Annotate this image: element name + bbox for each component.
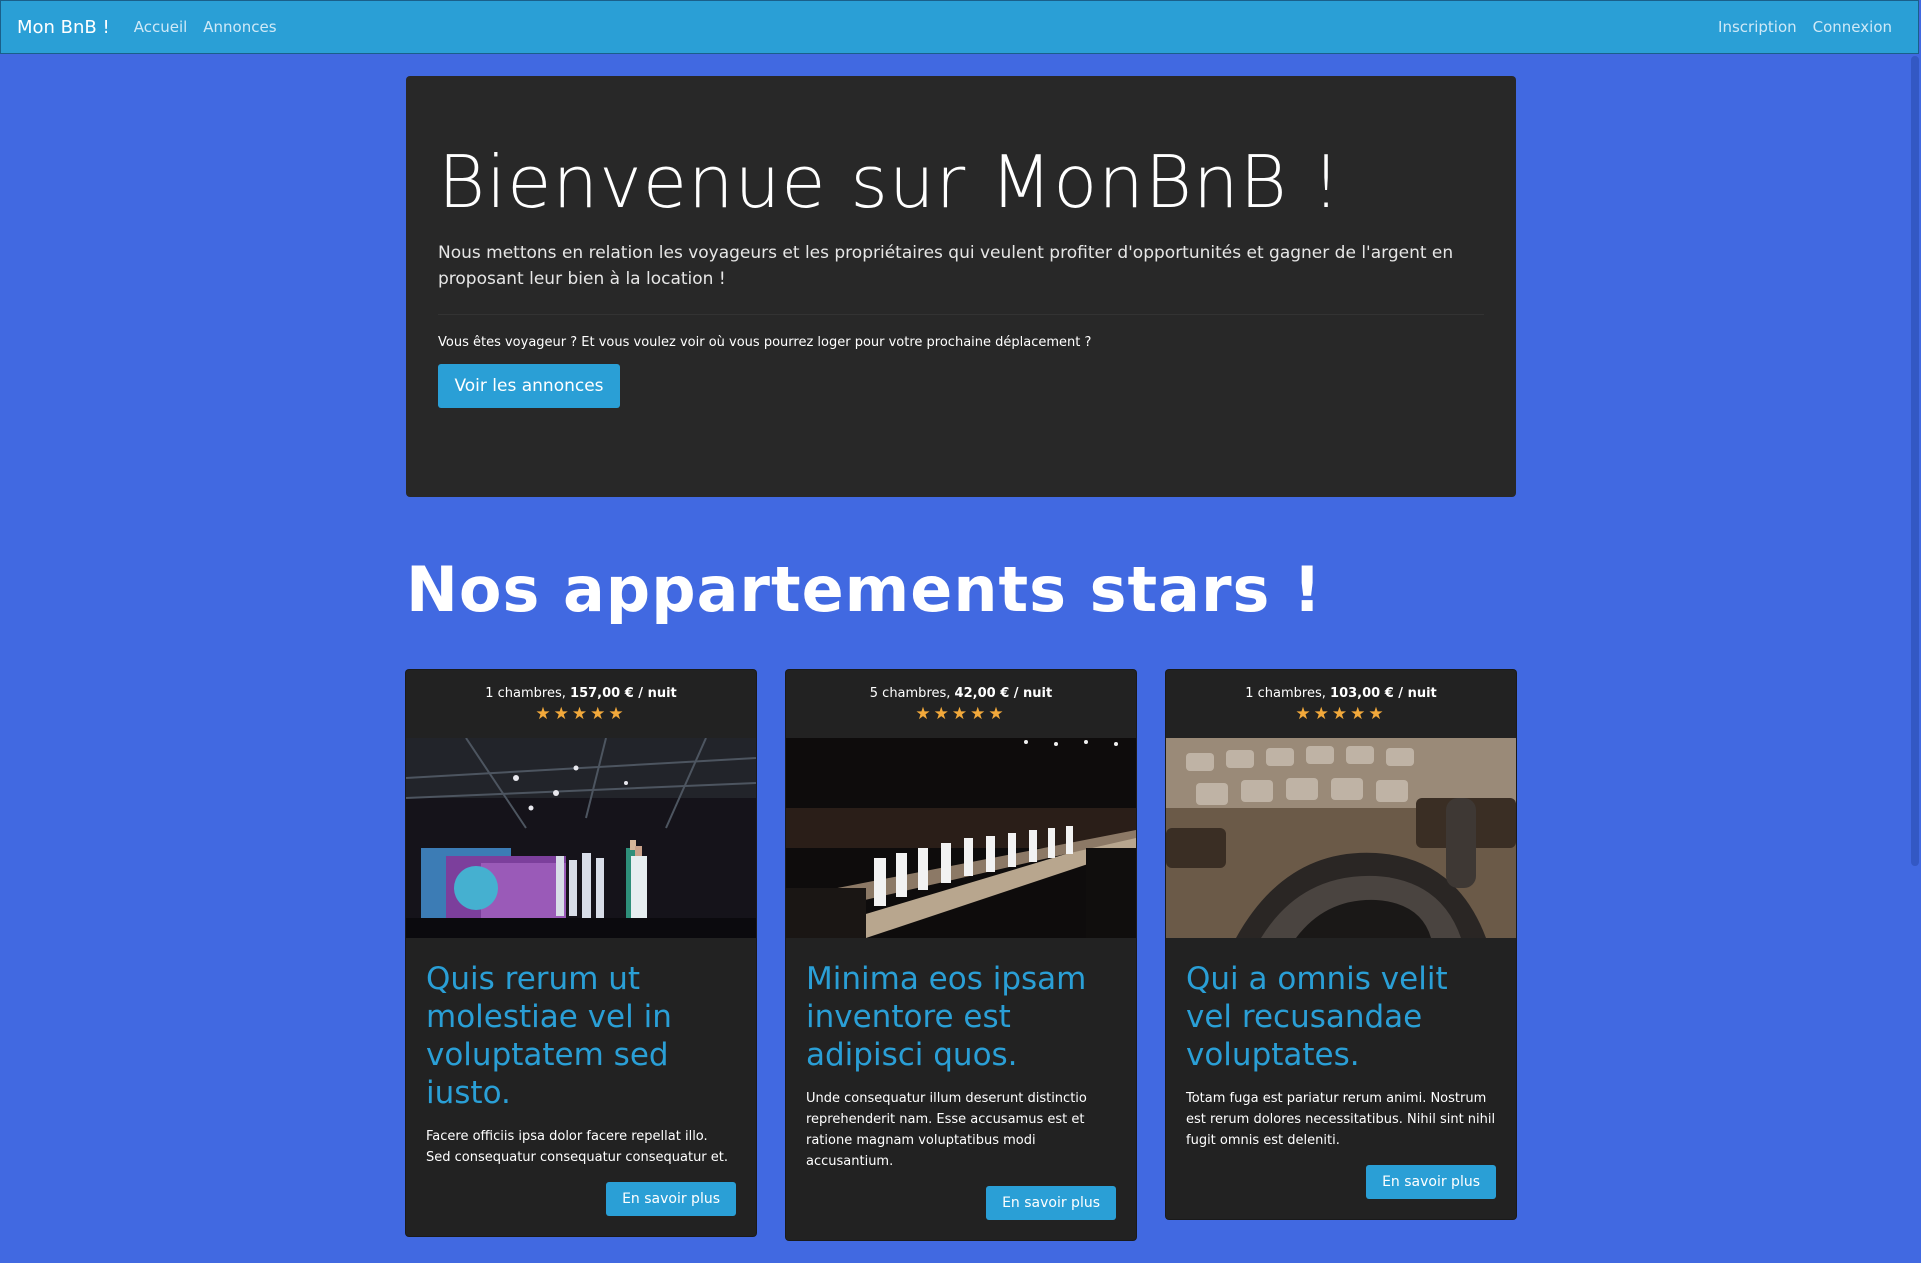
traveler-question: Vous êtes voyageur ? Et vous voulez voir… (438, 335, 1092, 350)
welcome-title: Bienvenue sur MonBnB ! (438, 140, 1342, 224)
card-rooms: 5 chambres, (869, 686, 951, 701)
card-price: 42,00 € / nuit (954, 686, 1053, 701)
listing-card: 1 chambres, 103,00 € / nuit ★★★★★ Qui a … (1166, 670, 1516, 1219)
welcome-lead: Nous mettons en relation les voyageurs e… (438, 243, 1454, 289)
card-button-wrap: En savoir plus (1186, 1165, 1496, 1199)
card-body: Minima eos ipsam inventore est adipisci … (786, 938, 1136, 1240)
rating-stars-icon: ★★★★★ (1295, 704, 1387, 724)
card-rooms: 1 chambres, (1245, 686, 1326, 701)
card-title-link[interactable]: Qui a omnis velit vel recusandae volupta… (1186, 960, 1496, 1074)
nav-link-connexion[interactable]: Connexion (1813, 18, 1892, 36)
card-description: Facere officiis ipsa dolor facere repell… (426, 1129, 729, 1165)
card-image-fashion-show[interactable] (406, 738, 756, 938)
card-image-headphones-keyboard[interactable] (1166, 738, 1516, 938)
nav-link-inscription[interactable]: Inscription (1718, 18, 1797, 36)
card-button-wrap: En savoir plus (806, 1186, 1116, 1220)
card-description: Unde consequatur illum deserunt distinct… (806, 1091, 1087, 1169)
card-meta: 1 chambres, 157,00 € / nuit (406, 686, 756, 701)
listing-card: 1 chambres, 157,00 € / nuit ★★★★★ Quis r… (406, 670, 756, 1236)
card-meta: 1 chambres, 103,00 € / nuit (1166, 686, 1516, 701)
welcome-jumbotron: Bienvenue sur MonBnB ! Nous mettons en r… (406, 76, 1516, 497)
nav-link-accueil[interactable]: Accueil (134, 18, 188, 36)
card-price: 103,00 € / nuit (1330, 686, 1437, 701)
card-title-link[interactable]: Quis rerum ut molestiae vel in voluptate… (426, 960, 736, 1112)
card-body: Quis rerum ut molestiae vel in voluptate… (406, 938, 756, 1236)
divider (438, 314, 1484, 315)
card-image-runway[interactable] (786, 738, 1136, 938)
card-header: 1 chambres, 103,00 € / nuit ★★★★★ (1166, 670, 1516, 738)
card-body: Qui a omnis velit vel recusandae volupta… (1166, 938, 1516, 1219)
card-rooms: 1 chambres, (485, 686, 566, 701)
card-meta: 5 chambres, 42,00 € / nuit (786, 686, 1136, 701)
card-description: Totam fuga est pariatur rerum animi. Nos… (1186, 1091, 1496, 1148)
rating-stars-icon: ★★★★★ (535, 704, 627, 724)
card-button-wrap: En savoir plus (426, 1182, 736, 1216)
top-navbar: Mon BnB ! Accueil Annonces Inscription C… (0, 0, 1919, 54)
learn-more-button[interactable]: En savoir plus (606, 1182, 736, 1216)
rating-stars-icon: ★★★★★ (915, 704, 1007, 724)
card-price: 157,00 € / nuit (570, 686, 677, 701)
card-header: 1 chambres, 157,00 € / nuit ★★★★★ (406, 670, 756, 738)
nav-right-group: Inscription Connexion (1718, 18, 1908, 36)
scrollbar-thumb[interactable] (1911, 56, 1919, 866)
learn-more-button[interactable]: En savoir plus (1366, 1165, 1496, 1199)
listing-card: 5 chambres, 42,00 € / nuit ★★★★★ Minima … (786, 670, 1136, 1240)
section-title: Nos appartements stars ! (406, 553, 1323, 626)
brand-link[interactable]: Mon BnB ! (17, 17, 110, 38)
nav-link-annonces[interactable]: Annonces (203, 18, 276, 36)
card-header: 5 chambres, 42,00 € / nuit ★★★★★ (786, 670, 1136, 738)
learn-more-button[interactable]: En savoir plus (986, 1186, 1116, 1220)
view-listings-button[interactable]: Voir les annonces (438, 364, 620, 408)
card-title-link[interactable]: Minima eos ipsam inventore est adipisci … (806, 960, 1116, 1074)
